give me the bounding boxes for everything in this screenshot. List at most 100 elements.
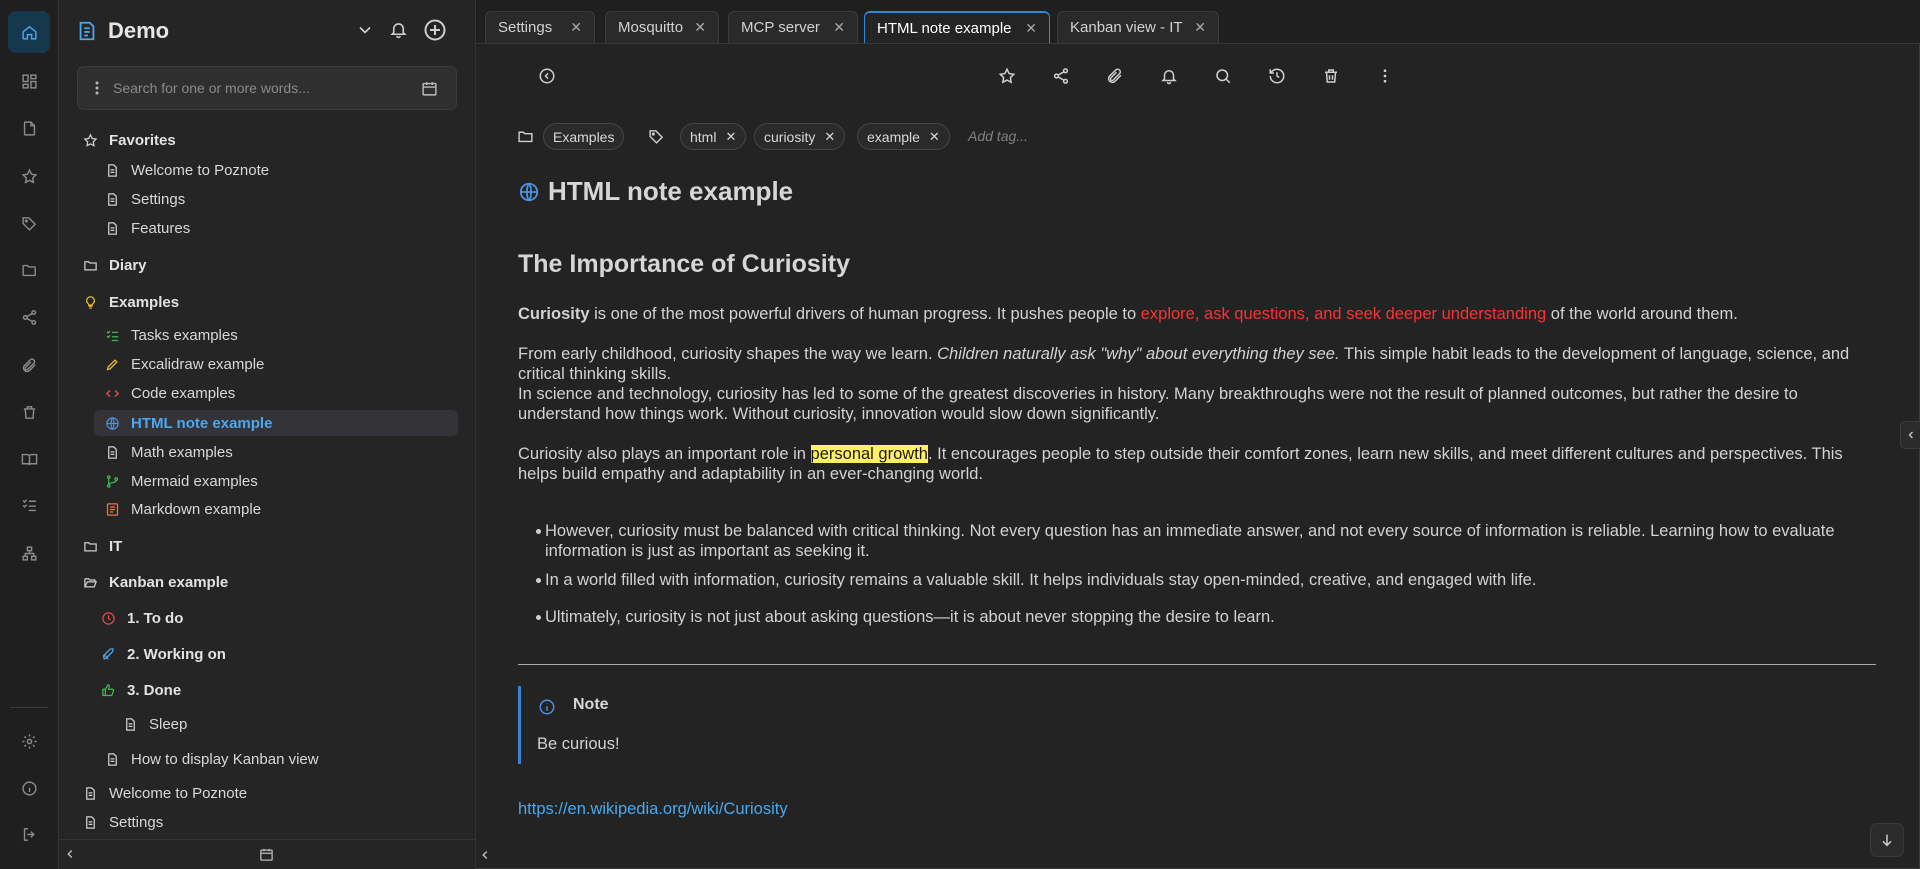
back-icon[interactable] [538, 67, 556, 85]
tags-icon[interactable] [8, 202, 50, 244]
trash-icon[interactable] [1322, 67, 1340, 85]
sidebar-item-kanban-view-howto[interactable]: How to display Kanban view [104, 746, 319, 772]
collapse-sidebar-icon[interactable] [478, 848, 492, 862]
kanban-column-todo[interactable]: 1. To do [100, 605, 183, 631]
close-icon[interactable]: ✕ [694, 19, 706, 36]
info-icon [538, 698, 556, 716]
sidebar-item-settings-root[interactable]: Settings [82, 809, 163, 835]
kanban-folder[interactable]: Kanban example [82, 569, 228, 595]
lightbulb-icon [82, 294, 98, 310]
info-icon[interactable] [8, 767, 50, 809]
list-item: In a world filled with information, curi… [536, 570, 1865, 590]
sidebar-item-code-examples[interactable]: Code examples [104, 380, 235, 406]
sidebar-item-sleep[interactable]: Sleep [122, 711, 187, 737]
sidebar-item-label: Features [131, 219, 191, 237]
it-folder[interactable]: IT [82, 533, 122, 559]
calendar-icon[interactable] [421, 80, 438, 97]
close-icon[interactable]: ✕ [1194, 19, 1206, 36]
sidebar-item-tasks-examples[interactable]: Tasks examples [104, 322, 238, 348]
share-icon[interactable] [1052, 67, 1070, 85]
document-icon [104, 751, 120, 767]
tasks-icon[interactable] [8, 484, 50, 526]
clock-icon [100, 610, 116, 626]
tab-label: Settings [498, 19, 553, 36]
right-panel-toggle[interactable] [1900, 421, 1920, 449]
tag-chip-html[interactable]: html ✕ [680, 123, 747, 150]
tab-mcp-server[interactable]: MCP server ✕ [728, 11, 858, 43]
folder-icon[interactable] [8, 249, 50, 291]
sidebar-footer [59, 839, 476, 869]
sidebar-item-welcome[interactable]: Welcome to Poznote [104, 157, 269, 183]
reminder-bell-icon[interactable] [1160, 67, 1178, 85]
sitemap-icon[interactable] [8, 532, 50, 574]
search-box[interactable]: Search for one or more words... [77, 66, 457, 110]
tab-mosquitto[interactable]: Mosquitto ✕ [605, 11, 719, 43]
tag-chip-curiosity[interactable]: curiosity ✕ [754, 123, 846, 150]
scroll-to-bottom-button[interactable] [1870, 823, 1904, 857]
dashboard-icon[interactable] [8, 60, 50, 102]
folder-chip[interactable]: Examples [543, 123, 625, 150]
star-icon[interactable] [998, 67, 1016, 85]
notification-bell-icon[interactable] [389, 20, 408, 39]
text: From early childhood, curiosity shapes t… [518, 345, 938, 363]
favorites-folder[interactable]: Favorites [82, 127, 176, 153]
globe-icon [518, 181, 540, 203]
sidebar-item-markdown-example[interactable]: Markdown example [104, 496, 261, 522]
remove-tag-icon[interactable]: ✕ [929, 129, 940, 145]
search-icon[interactable] [1214, 67, 1232, 85]
search-input[interactable]: Search for one or more words... [113, 80, 310, 96]
note-title[interactable]: HTML note example [548, 176, 793, 207]
more-options-icon[interactable] [1376, 67, 1394, 85]
book-icon[interactable] [8, 438, 50, 480]
remove-tag-icon[interactable]: ✕ [824, 129, 835, 145]
home-icon[interactable] [8, 11, 50, 53]
kanban-column-done[interactable]: 3. Done [100, 677, 181, 703]
close-icon[interactable]: ✕ [570, 19, 582, 36]
tag-label: example [867, 128, 920, 145]
workspace-dropdown-icon[interactable] [355, 20, 375, 40]
collapse-left-icon[interactable] [63, 847, 77, 861]
close-icon[interactable]: ✕ [1025, 20, 1037, 37]
sidebar-header: Demo [76, 16, 456, 46]
sidebar-item-mermaid-examples[interactable]: Mermaid examples [104, 468, 258, 494]
tab-kanban-view-it[interactable]: Kanban view - IT ✕ [1057, 11, 1219, 43]
sidebar-item-welcome-root[interactable]: Welcome to Poznote [82, 780, 247, 806]
folder-icon [517, 128, 534, 145]
share-icon[interactable] [8, 296, 50, 338]
kanban-column-working-on[interactable]: 2. Working on [100, 641, 226, 667]
workspace-title[interactable]: Demo [108, 18, 169, 44]
sidebar-item-html-note-example[interactable]: HTML note example [94, 410, 458, 436]
trash-icon[interactable] [8, 391, 50, 433]
sidebar-item-features[interactable]: Features [104, 215, 190, 241]
kanban-column-label: 2. Working on [127, 645, 226, 663]
tag-chip-example[interactable]: example ✕ [857, 123, 950, 150]
checklist-icon [104, 327, 120, 343]
close-icon[interactable]: ✕ [833, 19, 845, 36]
document-icon [122, 716, 138, 732]
calendar-icon[interactable] [259, 847, 274, 862]
history-icon[interactable] [1268, 67, 1286, 85]
add-note-icon[interactable] [423, 18, 447, 42]
logout-icon[interactable] [8, 813, 50, 855]
note-heading: The Importance of Curiosity [518, 250, 850, 278]
sidebar-item-settings[interactable]: Settings [104, 186, 185, 212]
sidebar-item-excalidraw-example[interactable]: Excalidraw example [104, 351, 264, 377]
settings-icon[interactable] [8, 720, 50, 762]
arrow-down-icon [1882, 834, 1892, 847]
star-icon[interactable] [8, 155, 50, 197]
attachment-icon[interactable] [8, 344, 50, 386]
folder-icon [82, 257, 98, 273]
sidebar-item-math-examples[interactable]: Math examples [104, 439, 233, 465]
remove-tag-icon[interactable]: ✕ [725, 129, 736, 145]
tab-html-note-example[interactable]: HTML note example ✕ [864, 11, 1050, 43]
search-options-icon[interactable] [95, 81, 99, 95]
examples-folder[interactable]: Examples [82, 289, 179, 315]
notes-icon[interactable] [8, 107, 50, 149]
folder-open-icon [82, 574, 98, 590]
wikipedia-link[interactable]: https://en.wikipedia.org/wiki/Curiosity [518, 800, 788, 819]
add-tag-input[interactable]: Add tag... [968, 128, 1028, 144]
attachment-icon[interactable] [1106, 67, 1124, 85]
notebook-logo-icon [76, 19, 98, 43]
diary-folder[interactable]: Diary [82, 252, 147, 278]
tab-settings[interactable]: Settings ✕ [485, 11, 595, 43]
